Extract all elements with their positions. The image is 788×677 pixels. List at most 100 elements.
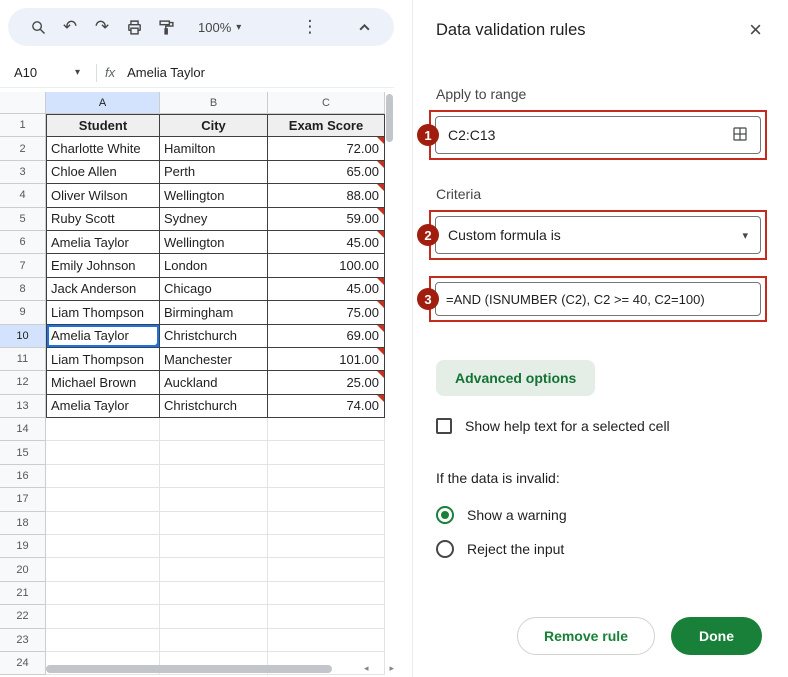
- range-input[interactable]: C2:C13: [435, 116, 761, 154]
- cell-A20[interactable]: [46, 558, 160, 582]
- scroll-right-icon[interactable]: ▸: [389, 663, 394, 674]
- cell-B15[interactable]: [160, 441, 268, 465]
- cell-B18[interactable]: [160, 511, 268, 536]
- cell-B20[interactable]: [160, 558, 268, 582]
- cell-C11[interactable]: 101.00: [268, 347, 385, 372]
- done-button[interactable]: Done: [671, 617, 762, 655]
- zoom-control[interactable]: 100% ▾: [192, 20, 247, 35]
- row-header-1[interactable]: 1: [0, 114, 46, 138]
- row-header-12[interactable]: 12: [0, 371, 46, 395]
- cell-B21[interactable]: [160, 581, 268, 606]
- column-header-B[interactable]: B: [160, 92, 268, 114]
- reject-input-radio[interactable]: [436, 540, 454, 558]
- cell-C21[interactable]: [268, 581, 385, 606]
- row-header-15[interactable]: 15: [0, 441, 46, 465]
- cell-C15[interactable]: [268, 441, 385, 465]
- row-header-21[interactable]: 21: [0, 581, 46, 606]
- cell-C16[interactable]: [268, 464, 385, 489]
- cell-C1[interactable]: Exam Score: [268, 114, 385, 138]
- cell-B6[interactable]: Wellington: [160, 230, 268, 255]
- cell-A15[interactable]: [46, 441, 160, 465]
- cell-B3[interactable]: Perth: [160, 160, 268, 185]
- cell-C14[interactable]: [268, 418, 385, 442]
- row-header-9[interactable]: 9: [0, 301, 46, 325]
- row-header-5[interactable]: 5: [0, 207, 46, 231]
- cell-B10[interactable]: Christchurch: [160, 324, 268, 348]
- row-header-6[interactable]: 6: [0, 230, 46, 255]
- cell-A19[interactable]: [46, 535, 160, 559]
- more-options-icon[interactable]: ⋮: [296, 13, 324, 41]
- cell-C7[interactable]: 100.00: [268, 254, 385, 278]
- undo-icon[interactable]: ↶: [56, 13, 84, 41]
- cell-B23[interactable]: [160, 628, 268, 652]
- cell-A16[interactable]: [46, 464, 160, 489]
- cell-C8[interactable]: 45.00: [268, 277, 385, 302]
- cell-A17[interactable]: [46, 488, 160, 512]
- cell-A11[interactable]: Liam Thompson: [46, 347, 160, 372]
- cell-B11[interactable]: Manchester: [160, 347, 268, 372]
- criteria-dropdown[interactable]: Custom formula is ▾: [435, 216, 761, 254]
- close-icon[interactable]: ×: [749, 19, 762, 41]
- cell-C6[interactable]: 45.00: [268, 230, 385, 255]
- cell-A7[interactable]: Emily Johnson: [46, 254, 160, 278]
- row-header-23[interactable]: 23: [0, 628, 46, 652]
- custom-formula-input[interactable]: =AND (ISNUMBER (C2), C2 >= 40, C2=100): [435, 282, 761, 316]
- column-header-C[interactable]: C: [268, 92, 385, 114]
- cell-B7[interactable]: London: [160, 254, 268, 278]
- name-box[interactable]: A10 ▾: [0, 65, 88, 80]
- cell-B1[interactable]: City: [160, 114, 268, 138]
- cell-C23[interactable]: [268, 628, 385, 652]
- row-header-13[interactable]: 13: [0, 394, 46, 419]
- print-icon[interactable]: [120, 13, 148, 41]
- cell-A12[interactable]: Michael Brown: [46, 371, 160, 395]
- advanced-options-button[interactable]: Advanced options: [436, 360, 596, 396]
- remove-rule-button[interactable]: Remove rule: [516, 617, 655, 655]
- horizontal-scrollbar[interactable]: [2, 665, 362, 674]
- row-header-20[interactable]: 20: [0, 558, 46, 582]
- cell-A23[interactable]: [46, 628, 160, 652]
- cell-B2[interactable]: Hamilton: [160, 137, 268, 161]
- search-icon[interactable]: [24, 13, 52, 41]
- cell-A4[interactable]: Oliver Wilson: [46, 184, 160, 208]
- row-header-14[interactable]: 14: [0, 418, 46, 442]
- cell-C22[interactable]: [268, 605, 385, 629]
- row-header-16[interactable]: 16: [0, 464, 46, 489]
- cell-A8[interactable]: Jack Anderson: [46, 277, 160, 302]
- cell-C9[interactable]: 75.00: [268, 301, 385, 325]
- cell-A22[interactable]: [46, 605, 160, 629]
- cell-C2[interactable]: 72.00: [268, 137, 385, 161]
- cell-C5[interactable]: 59.00: [268, 207, 385, 231]
- horizontal-scrollbar-thumb[interactable]: [46, 665, 332, 673]
- cell-B5[interactable]: Sydney: [160, 207, 268, 231]
- fill-handle[interactable]: [155, 342, 159, 347]
- row-header-11[interactable]: 11: [0, 347, 46, 372]
- grid-corner[interactable]: [0, 92, 46, 114]
- cell-C19[interactable]: [268, 535, 385, 559]
- collapse-toolbar-icon[interactable]: [350, 13, 378, 41]
- cell-B9[interactable]: Birmingham: [160, 301, 268, 325]
- row-header-19[interactable]: 19: [0, 535, 46, 559]
- cell-B19[interactable]: [160, 535, 268, 559]
- cell-C13[interactable]: 74.00: [268, 394, 385, 419]
- row-header-22[interactable]: 22: [0, 605, 46, 629]
- cell-C3[interactable]: 65.00: [268, 160, 385, 185]
- scroll-left-icon[interactable]: ◂: [364, 663, 369, 674]
- row-header-8[interactable]: 8: [0, 277, 46, 302]
- cell-B17[interactable]: [160, 488, 268, 512]
- select-range-icon[interactable]: [732, 126, 748, 145]
- cell-B22[interactable]: [160, 605, 268, 629]
- row-header-2[interactable]: 2: [0, 137, 46, 161]
- cell-A5[interactable]: Ruby Scott: [46, 207, 160, 231]
- cell-B13[interactable]: Christchurch: [160, 394, 268, 419]
- cell-C4[interactable]: 88.00: [268, 184, 385, 208]
- show-warning-radio[interactable]: [436, 506, 454, 524]
- cell-C20[interactable]: [268, 558, 385, 582]
- cell-C18[interactable]: [268, 511, 385, 536]
- cell-C12[interactable]: 25.00: [268, 371, 385, 395]
- cell-B14[interactable]: [160, 418, 268, 442]
- cell-C10[interactable]: 69.00: [268, 324, 385, 348]
- cell-B12[interactable]: Auckland: [160, 371, 268, 395]
- vertical-scrollbar[interactable]: [386, 94, 393, 142]
- cell-A21[interactable]: [46, 581, 160, 606]
- cell-A6[interactable]: Amelia Taylor: [46, 230, 160, 255]
